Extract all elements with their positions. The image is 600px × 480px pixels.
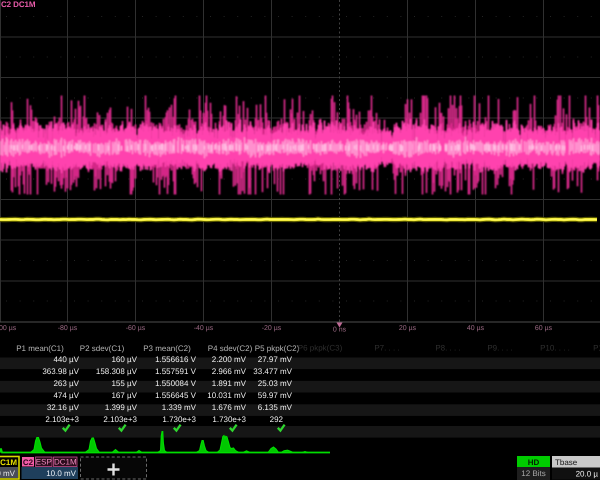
svg-text:167 µV: 167 µV [111, 391, 137, 400]
svg-text:0 mV: 0 mV [0, 469, 16, 478]
svg-text:292: 292 [270, 415, 284, 424]
svg-text:474 µV: 474 µV [53, 391, 79, 400]
svg-text:P9. . . .: P9. . . . [487, 344, 512, 353]
svg-text:1.550084 V: 1.550084 V [155, 379, 197, 388]
svg-text:440 µV: 440 µV [53, 355, 79, 364]
svg-text:1.730e+3: 1.730e+3 [162, 415, 196, 424]
svg-text:155 µV: 155 µV [111, 379, 137, 388]
svg-text:P10. . . .: P10. . . . [540, 344, 570, 353]
svg-text:1.556645 V: 1.556645 V [155, 391, 197, 400]
svg-text:-40 µs: -40 µs [194, 325, 214, 332]
svg-text:P7. . . .: P7. . . . [374, 344, 399, 353]
svg-text:1.557591 V: 1.557591 V [155, 367, 197, 376]
svg-text:6.135 mV: 6.135 mV [258, 403, 293, 412]
svg-text:32.16 µV: 32.16 µV [47, 403, 80, 412]
svg-text:2.103e+3: 2.103e+3 [45, 415, 79, 424]
svg-text:-20 µs: -20 µs [262, 325, 282, 332]
svg-text:P8. . . .: P8. . . . [435, 344, 460, 353]
svg-text:C2 DC1M: C2 DC1M [1, 0, 36, 9]
svg-text:363.98 µV: 363.98 µV [42, 367, 79, 376]
svg-text:0 ns: 0 ns [333, 327, 347, 334]
svg-text:C2: C2 [23, 458, 34, 467]
svg-text:40 µs: 40 µs [467, 325, 485, 332]
svg-text:10.0 mV: 10.0 mV [46, 469, 76, 478]
svg-text:P4 sdev(C2): P4 sdev(C2) [208, 344, 253, 353]
svg-text:25.03 mV: 25.03 mV [258, 379, 293, 388]
svg-text:HD: HD [528, 458, 540, 467]
svg-text:59.97 mV: 59.97 mV [258, 391, 293, 400]
svg-text:ESP: ESP [36, 458, 52, 467]
svg-text:12 Bits: 12 Bits [521, 469, 545, 478]
svg-text:C1M: C1M [0, 458, 17, 467]
svg-text:20 µs: 20 µs [399, 325, 417, 332]
svg-text:00 µs: 00 µs [0, 325, 17, 332]
svg-text:1.556616 V: 1.556616 V [155, 355, 197, 364]
svg-text:P2 sdev(C1): P2 sdev(C1) [80, 344, 125, 353]
svg-text:33.477 mV: 33.477 mV [253, 367, 292, 376]
svg-text:27.97 mV: 27.97 mV [258, 355, 293, 364]
svg-text:-80 µs: -80 µs [58, 325, 78, 332]
svg-text:P5 pkpk(C2): P5 pkpk(C2) [255, 344, 300, 353]
svg-text:1.339 mV: 1.339 mV [162, 403, 197, 412]
svg-text:2.103e+3: 2.103e+3 [103, 415, 137, 424]
svg-text:160 µV: 160 µV [111, 355, 137, 364]
svg-text:P1: P1 [593, 344, 600, 353]
svg-text:-60 µs: -60 µs [126, 325, 146, 332]
svg-text:2.200 mV: 2.200 mV [212, 355, 247, 364]
svg-text:158.308 µV: 158.308 µV [96, 367, 138, 376]
svg-text:P1 mean(C1): P1 mean(C1) [16, 344, 64, 353]
svg-text:1.676 mV: 1.676 mV [212, 403, 247, 412]
svg-text:1.399 µV: 1.399 µV [105, 403, 138, 412]
svg-text:1.730e+3: 1.730e+3 [212, 415, 246, 424]
svg-text:P6 pkpk(C3): P6 pkpk(C3) [298, 344, 343, 353]
svg-text:10.031 mV: 10.031 mV [207, 391, 246, 400]
svg-text:1.891 mV: 1.891 mV [212, 379, 247, 388]
svg-text:Tbase: Tbase [555, 458, 578, 467]
svg-text:DC1M: DC1M [54, 458, 77, 467]
svg-text:2.966 mV: 2.966 mV [212, 367, 247, 376]
svg-text:60 µs: 60 µs [535, 325, 553, 332]
svg-text:P3 mean(C2): P3 mean(C2) [143, 344, 191, 353]
svg-text:20.0 µ: 20.0 µ [576, 470, 599, 479]
svg-text:263 µV: 263 µV [53, 379, 79, 388]
